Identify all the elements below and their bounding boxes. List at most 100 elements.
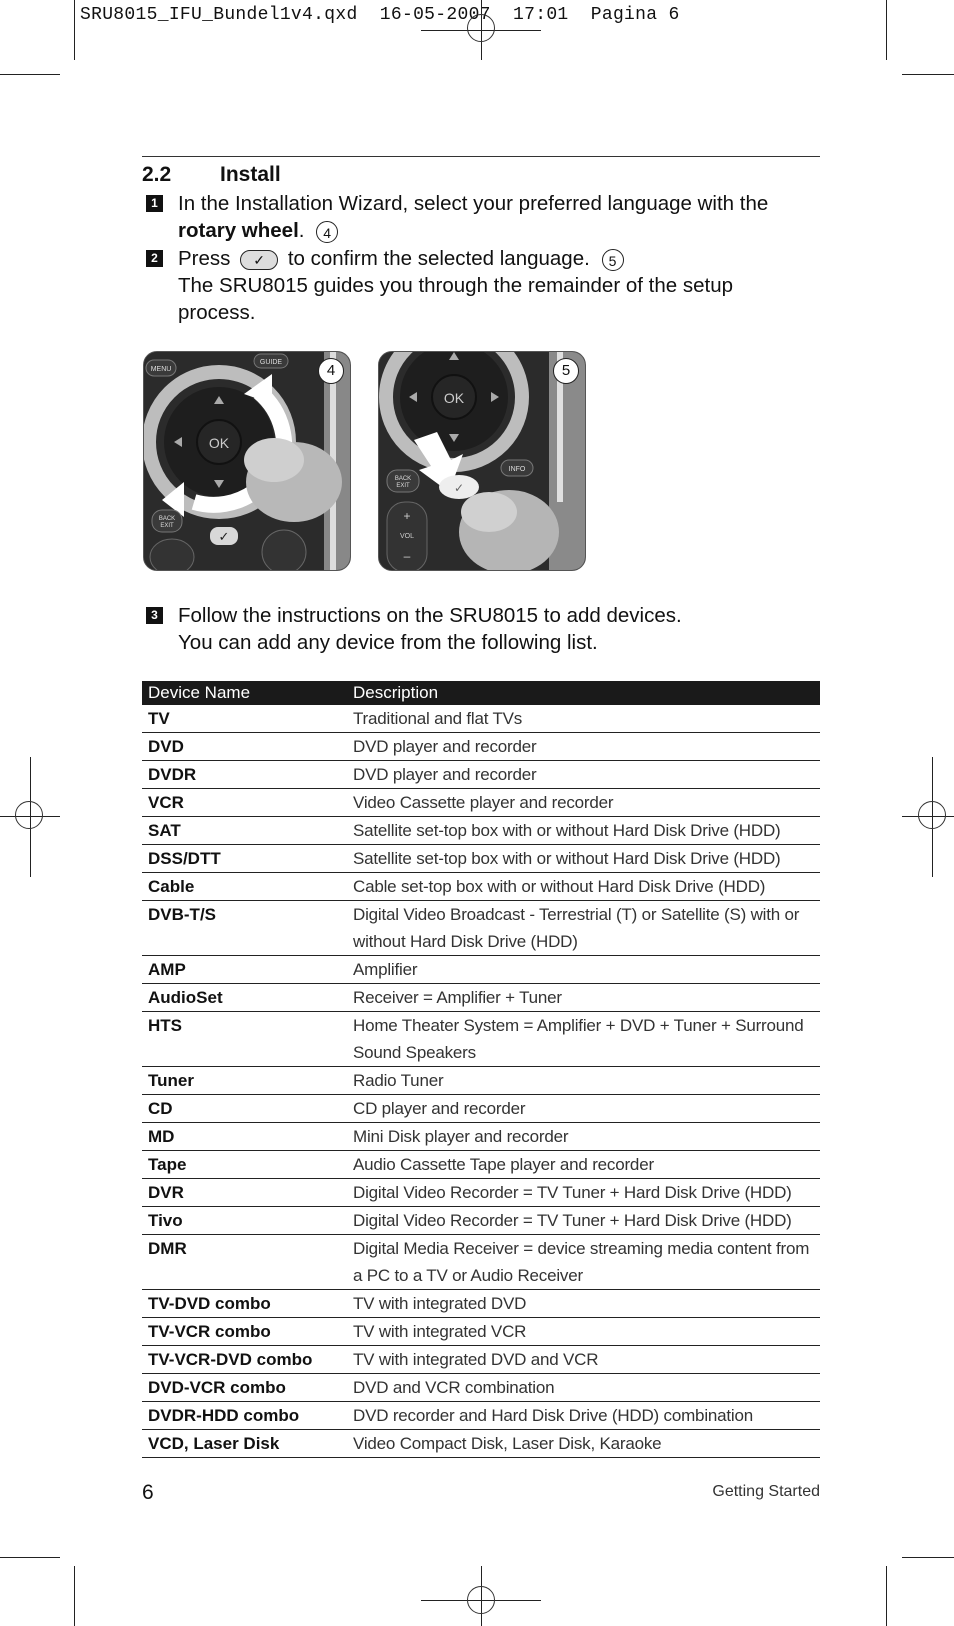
step-text: In the Installation Wizard, select your …	[178, 192, 769, 215]
svg-text:EXIT: EXIT	[160, 523, 174, 529]
table-row: Tivo Digital Video Recorder = TV Tuner + …	[142, 1206, 820, 1235]
device-name-cell: AMP	[142, 955, 347, 984]
svg-text:GUIDE: GUIDE	[260, 359, 283, 366]
section-heading: 2.2 Install	[142, 163, 281, 187]
step-number-badge: 1	[146, 195, 163, 212]
table-row: CD CD player and recorder	[142, 1094, 820, 1123]
remote-rotary-wheel-illustration: OK MENU GUIDE BACK EXIT ✓	[144, 352, 350, 570]
svg-text:OK: OK	[444, 390, 465, 406]
device-name-cell: VCD, Laser Disk	[142, 1429, 347, 1458]
table-row: DVDR-HDD combo DVD recorder and Hard Disk…	[142, 1401, 820, 1430]
step-text: Follow the instructions on the SRU8015 t…	[178, 604, 682, 627]
device-name-cell: CD	[142, 1094, 347, 1123]
device-name-cell: Tape	[142, 1150, 347, 1179]
device-description-cell: Cable set-top box with or without Hard D…	[347, 872, 820, 901]
device-description-cell: Digital Video Recorder = TV Tuner + Hard…	[347, 1206, 820, 1235]
figure-4-photo: OK MENU GUIDE BACK EXIT ✓ 4	[143, 351, 351, 571]
device-description-cell: Satellite set-top box with or without Ha…	[347, 844, 820, 873]
svg-text:✓: ✓	[219, 530, 230, 545]
device-name-cell: Tuner	[142, 1066, 347, 1095]
device-name-cell: TV-VCR-DVD combo	[142, 1345, 347, 1374]
device-description-cell: TV with integrated DVD and VCR	[347, 1345, 820, 1374]
table-row: HTS Home Theater System = Amplifier + DVD…	[142, 1011, 820, 1067]
step-text-end: .	[298, 219, 305, 242]
table-row: DVB-T/S Digital Video Broadcast - Terrest…	[142, 900, 820, 956]
device-name-cell: DVD-VCR combo	[142, 1373, 347, 1402]
figure-number-badge: 5	[553, 358, 579, 384]
svg-text:BACK: BACK	[395, 476, 411, 482]
svg-text:BACK: BACK	[159, 516, 175, 522]
section-rule	[142, 156, 820, 157]
table-row: Tuner Radio Tuner	[142, 1066, 820, 1095]
table-row: DVR Digital Video Recorder = TV Tuner + H…	[142, 1178, 820, 1207]
figure-number-badge: 4	[318, 358, 344, 384]
device-description-cell: Radio Tuner	[347, 1066, 820, 1095]
device-description-cell: Amplifier	[347, 955, 820, 984]
device-name-cell: DVR	[142, 1178, 347, 1207]
device-description-cell: Satellite set-top box with or without Ha…	[347, 816, 820, 845]
table-row: SAT Satellite set-top box with or without…	[142, 816, 820, 845]
table-row: DVD-VCR combo DVD and VCR combination	[142, 1373, 820, 1402]
device-name-cell: MD	[142, 1122, 347, 1151]
figure-5-photo: OK BACK EXIT INFO ✓ + VOL – 5	[378, 351, 586, 571]
slug-filename: SRU8015_IFU_Bundel1v4.qxd	[80, 5, 358, 25]
svg-text:OK: OK	[209, 435, 230, 451]
step-subtext: You can add any device from the followin…	[178, 631, 598, 654]
table-row: VCD, Laser Disk Video Compact Disk, Laser…	[142, 1429, 820, 1458]
step-3: 3 Follow the instructions on the SRU8015…	[146, 602, 798, 656]
crop-mark	[902, 1557, 954, 1558]
column-header-device-name: Device Name	[142, 681, 347, 705]
device-description-cell: CD player and recorder	[347, 1094, 820, 1123]
device-description-cell: Digital Video Broadcast - Terrestrial (T…	[347, 900, 820, 956]
device-name-cell: SAT	[142, 816, 347, 845]
table-row: AMP Amplifier	[142, 955, 820, 984]
table-row: TV-VCR-DVD combo TV with integrated DVD a…	[142, 1345, 820, 1374]
device-name-cell: DVDR	[142, 760, 347, 789]
step-number-badge: 3	[146, 607, 163, 624]
table-row: MD Mini Disk player and recorder	[142, 1122, 820, 1151]
device-name-cell: TV	[142, 705, 347, 733]
device-name-cell: VCR	[142, 788, 347, 817]
device-description-cell: Receiver = Amplifier + Tuner	[347, 983, 820, 1012]
device-description-cell: DVD recorder and Hard Disk Drive (HDD) c…	[347, 1401, 820, 1430]
device-name-cell: Cable	[142, 872, 347, 901]
device-name-cell: DVD	[142, 732, 347, 761]
device-name-cell: Tivo	[142, 1206, 347, 1235]
device-description-cell: Audio Cassette Tape player and recorder	[347, 1150, 820, 1179]
table-row: Tape Audio Cassette Tape player and recor…	[142, 1150, 820, 1179]
device-description-cell: Video Compact Disk, Laser Disk, Karaoke	[347, 1429, 820, 1458]
step-subtext: The SRU8015 guides you through the remai…	[178, 274, 733, 324]
table-row: TV-DVD combo TV with integrated DVD	[142, 1289, 820, 1318]
device-name-cell: DMR	[142, 1234, 347, 1290]
table-row: AudioSet Receiver = Amplifier + Tuner	[142, 983, 820, 1012]
device-description-cell: Mini Disk player and recorder	[347, 1122, 820, 1151]
device-description-cell: DVD player and recorder	[347, 732, 820, 761]
crop-mark	[74, 1566, 75, 1626]
device-description-cell: Video Cassette player and recorder	[347, 788, 820, 817]
svg-text:MENU: MENU	[151, 366, 172, 373]
device-description-cell: TV with integrated VCR	[347, 1317, 820, 1346]
device-name-cell: AudioSet	[142, 983, 347, 1012]
figure-ref-badge: 5	[601, 248, 624, 271]
svg-text:VOL: VOL	[400, 533, 414, 540]
page-number: 6	[142, 1481, 154, 1504]
svg-text:EXIT: EXIT	[396, 483, 410, 489]
svg-text:✓: ✓	[454, 481, 464, 495]
figure-ref-badge: 4	[316, 220, 339, 243]
device-table-body: TV Traditional and flat TVs DVD DVD player …	[142, 705, 820, 1458]
device-name-cell: DSS/DTT	[142, 844, 347, 873]
device-description-cell: DVD and VCR combination	[347, 1373, 820, 1402]
device-name-cell: DVDR-HDD combo	[142, 1401, 347, 1430]
step-text-end: to confirm the selected language.	[287, 247, 590, 270]
table-row: TV Traditional and flat TVs	[142, 705, 820, 733]
crop-mark	[0, 74, 60, 75]
step-number-badge: 2	[146, 250, 163, 267]
device-name-cell: TV-VCR combo	[142, 1317, 347, 1346]
section-footer: Getting Started	[712, 1483, 820, 1500]
table-row: DVD DVD player and recorder	[142, 732, 820, 761]
device-description-cell: Digital Video Recorder = TV Tuner + Hard…	[347, 1178, 820, 1207]
table-row: Cable Cable set-top box with or without H…	[142, 872, 820, 901]
table-row: DVDR DVD player and recorder	[142, 760, 820, 789]
table-row: TV-VCR combo TV with integrated VCR	[142, 1317, 820, 1346]
table-header-row: Device Name Description	[142, 681, 820, 705]
